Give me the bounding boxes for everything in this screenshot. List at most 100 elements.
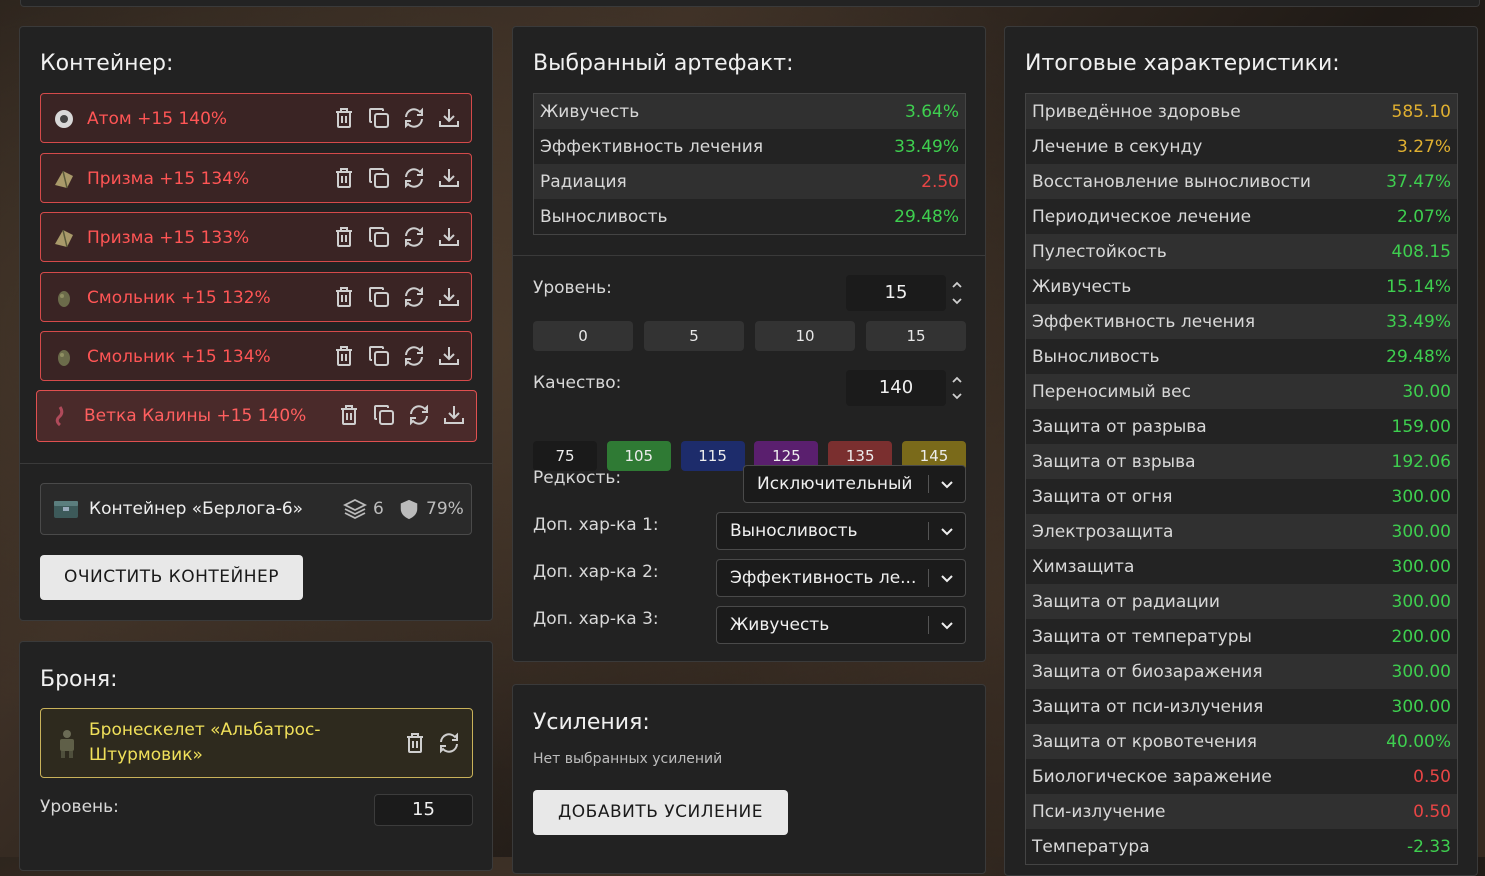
download-icon[interactable] xyxy=(437,344,461,368)
chevron-down-icon xyxy=(941,481,953,489)
stat-value: 40.00% xyxy=(1386,731,1451,752)
stat-value: 300.00 xyxy=(1391,591,1451,612)
quality-stepper[interactable] xyxy=(950,372,964,404)
stat-row: Биологическое заражение 0.50 xyxy=(1026,759,1457,794)
quality-preset-button[interactable]: 75 xyxy=(533,441,597,471)
stat-row: Периодическое лечение 2.07% xyxy=(1026,199,1457,234)
armor-item[interactable]: Бронескелет «Альбатрос-Штурмовик» xyxy=(40,708,473,778)
extra1-select[interactable]: Выносливость xyxy=(716,512,966,550)
download-icon[interactable] xyxy=(442,403,466,427)
refresh-icon[interactable] xyxy=(402,225,426,249)
artifact-title: Выбранный артефакт: xyxy=(533,51,794,76)
trash-icon[interactable] xyxy=(403,731,427,755)
copy-icon[interactable] xyxy=(367,106,391,130)
atom-artifact-icon xyxy=(53,108,75,130)
trash-icon[interactable] xyxy=(332,106,356,130)
quality-preset-button[interactable]: 105 xyxy=(606,441,671,471)
stat-row: Эффективность лечения 33.49% xyxy=(1026,304,1457,339)
container-item-label: Призма +15 133% xyxy=(87,228,250,248)
clear-container-button[interactable]: ОЧИСТИТЬ КОНТЕЙНЕР xyxy=(40,555,303,600)
download-icon[interactable] xyxy=(437,285,461,309)
stat-name: Радиация xyxy=(540,171,627,192)
level-preset-button[interactable]: 15 xyxy=(866,321,966,351)
container-item[interactable]: Атом +15 140% xyxy=(40,93,472,143)
item-actions xyxy=(332,106,461,130)
download-icon[interactable] xyxy=(437,106,461,130)
container-item[interactable]: Смольник +15 134% xyxy=(40,331,472,381)
stat-name: Живучесть xyxy=(1032,276,1132,297)
level-preset-button[interactable]: 0 xyxy=(533,321,633,351)
stat-value: 0.50 xyxy=(1413,801,1451,822)
trash-icon[interactable] xyxy=(332,344,356,368)
container-title: Контейнер: xyxy=(40,51,174,76)
copy-icon[interactable] xyxy=(367,344,391,368)
stat-row: Защита от огня 300.00 xyxy=(1026,479,1457,514)
stat-value: 585.10 xyxy=(1391,101,1451,122)
stat-name: Живучесть xyxy=(540,101,640,122)
container-item[interactable]: Призма +15 133% xyxy=(40,212,472,262)
artifact-stats-table: Живучесть 3.64% Эффективность лечения 33.49… xyxy=(533,93,966,235)
boosts-empty-text: Нет выбранных усилений xyxy=(533,751,723,767)
stat-name: Защита от пси-излучения xyxy=(1032,696,1264,717)
extra3-select[interactable]: Живучесть xyxy=(716,606,966,644)
level-stepper[interactable] xyxy=(950,277,964,309)
chevron-down-icon xyxy=(941,575,953,583)
chevron-down-icon xyxy=(941,622,953,630)
refresh-icon[interactable] xyxy=(402,106,426,130)
divider xyxy=(20,463,492,464)
stat-row: Выносливость 29.48% xyxy=(1026,339,1457,374)
armor-level-input[interactable]: 15 xyxy=(374,794,473,826)
refresh-icon[interactable] xyxy=(402,285,426,309)
download-icon[interactable] xyxy=(437,225,461,249)
stat-name: Выносливость xyxy=(1032,346,1160,367)
trash-icon[interactable] xyxy=(337,403,361,427)
trash-icon[interactable] xyxy=(332,225,356,249)
stat-name: Приведённое здоровье xyxy=(1032,101,1241,122)
stat-row: Защита от радиации 300.00 xyxy=(1026,584,1457,619)
shield-icon xyxy=(400,499,418,520)
selected-container[interactable]: Контейнер «Берлога-6» 6 79% xyxy=(40,483,472,535)
stat-name: Защита от биозаражения xyxy=(1032,661,1263,682)
stat-value: 29.48% xyxy=(1386,346,1451,367)
level-input[interactable]: 15 xyxy=(846,275,946,311)
add-boost-button[interactable]: ДОБАВИТЬ УСИЛЕНИЕ xyxy=(533,790,788,835)
container-box-icon xyxy=(54,501,78,518)
refresh-icon[interactable] xyxy=(407,403,431,427)
stat-row: Защита от взрыва 192.06 xyxy=(1026,444,1457,479)
container-item[interactable]: Призма +15 134% xyxy=(40,153,472,203)
stat-name: Химзащита xyxy=(1032,556,1135,577)
stat-row: Защита от пси-излучения 300.00 xyxy=(1026,689,1457,724)
refresh-icon[interactable] xyxy=(437,731,461,755)
trash-icon[interactable] xyxy=(332,285,356,309)
copy-icon[interactable] xyxy=(367,166,391,190)
armor-name: Бронескелет «Альбатрос-Штурмовик» xyxy=(89,720,321,765)
rarity-select[interactable]: Исключительный xyxy=(743,465,966,503)
copy-icon[interactable] xyxy=(367,285,391,309)
refresh-icon[interactable] xyxy=(402,166,426,190)
stat-value: 15.14% xyxy=(1386,276,1451,297)
extra2-select[interactable]: Эффективность ле... xyxy=(716,559,966,597)
container-item[interactable]: Смольник +15 132% xyxy=(40,272,472,322)
item-actions xyxy=(337,403,466,427)
level-preset-button[interactable]: 10 xyxy=(755,321,855,351)
totals-stats-table: Приведённое здоровье 585.10 Лечение в секу… xyxy=(1025,93,1458,865)
copy-icon[interactable] xyxy=(367,225,391,249)
container-item[interactable]: Ветка Калины +15 140% xyxy=(36,390,477,442)
refresh-icon[interactable] xyxy=(402,344,426,368)
stat-row: Защита от разрыва 159.00 xyxy=(1026,409,1457,444)
download-icon[interactable] xyxy=(437,166,461,190)
copy-icon[interactable] xyxy=(372,403,396,427)
stat-name: Выносливость xyxy=(540,206,668,227)
stat-row: Пси-излучение 0.50 xyxy=(1026,794,1457,829)
stat-name: Защита от взрыва xyxy=(1032,451,1196,472)
stat-value: 159.00 xyxy=(1391,416,1451,437)
stat-value: 3.27% xyxy=(1396,136,1451,157)
top-bar xyxy=(20,0,1480,7)
stat-value: 29.48% xyxy=(894,206,959,227)
quality-preset-button[interactable]: 115 xyxy=(680,441,745,471)
quality-input[interactable]: 140 xyxy=(846,370,946,406)
extra2-label: Доп. хар-ка 2: xyxy=(533,562,659,582)
container-name: Контейнер «Берлога-6» xyxy=(89,499,304,519)
trash-icon[interactable] xyxy=(332,166,356,190)
level-preset-button[interactable]: 5 xyxy=(644,321,744,351)
